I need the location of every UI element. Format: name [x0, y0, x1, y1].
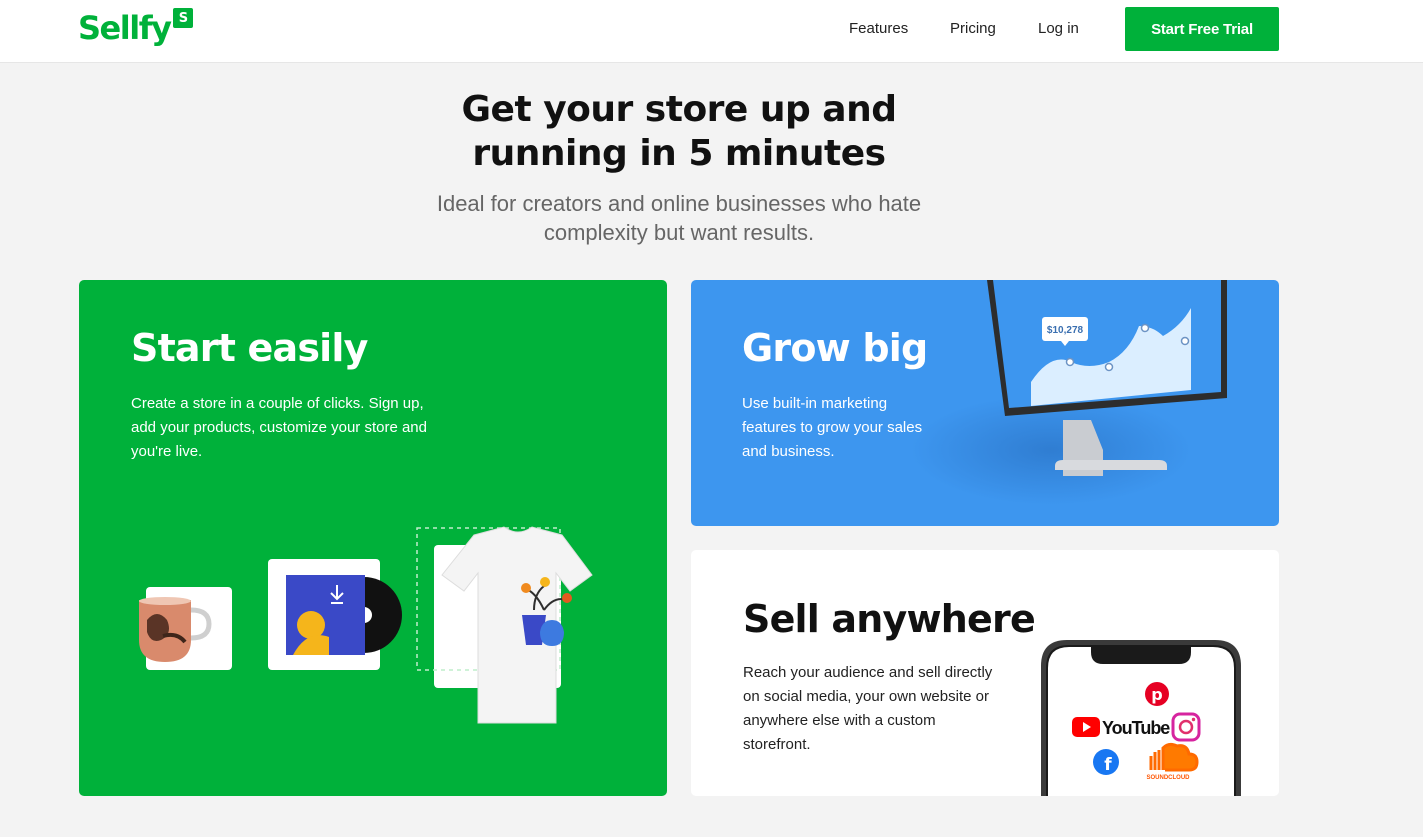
- youtube-logo: YouTube: [1072, 717, 1171, 738]
- hero-title: Get your store up and running in 5 minut…: [0, 88, 1358, 176]
- pinterest-icon: p: [1145, 682, 1169, 706]
- hero-title-line2: running in 5 minutes: [472, 133, 886, 174]
- logo-wordmark: Sellfy: [78, 9, 172, 47]
- phone-illustration: p YouTube f SOUNDCLOUD: [1041, 640, 1241, 796]
- nav-pricing-link[interactable]: Pricing: [950, 20, 996, 37]
- products-illustration: [139, 526, 593, 724]
- nav-features-link[interactable]: Features: [849, 20, 908, 37]
- start-free-trial-button[interactable]: Start Free Trial: [1125, 7, 1279, 51]
- facebook-icon: f: [1093, 749, 1119, 775]
- album-image: [286, 575, 402, 655]
- sell-anywhere-card: Sell anywhere Reach your audience and se…: [691, 550, 1279, 796]
- hero-title-line1: Get your store up and: [461, 89, 897, 130]
- monitor-illustration: $10,278: [911, 280, 1227, 505]
- hero-subtitle-line1: Ideal for creators and online businesses…: [436, 191, 922, 216]
- grow-big-card: Grow big Use built-in marketing features…: [691, 280, 1279, 526]
- hero-subtitle: Ideal for creators and online businesses…: [0, 189, 1358, 247]
- hero-subtitle-line2: complexity but want results.: [543, 220, 815, 245]
- logo-badge: S: [173, 8, 194, 28]
- site-header: Sellfy S Features Pricing Log in Start F…: [0, 0, 1423, 63]
- svg-text:p: p: [1151, 685, 1162, 704]
- youtube-wordmark: YouTube: [1102, 718, 1170, 738]
- sellfy-logo[interactable]: Sellfy S: [78, 6, 194, 50]
- start-easily-card: Start easily Create a store in a couple …: [79, 280, 667, 796]
- svg-text:f: f: [1104, 755, 1112, 775]
- soundcloud-wordmark: SOUNDCLOUD: [1147, 775, 1191, 781]
- chart-value-label: $10,278: [1047, 325, 1084, 336]
- nav-login-link[interactable]: Log in: [1038, 20, 1079, 37]
